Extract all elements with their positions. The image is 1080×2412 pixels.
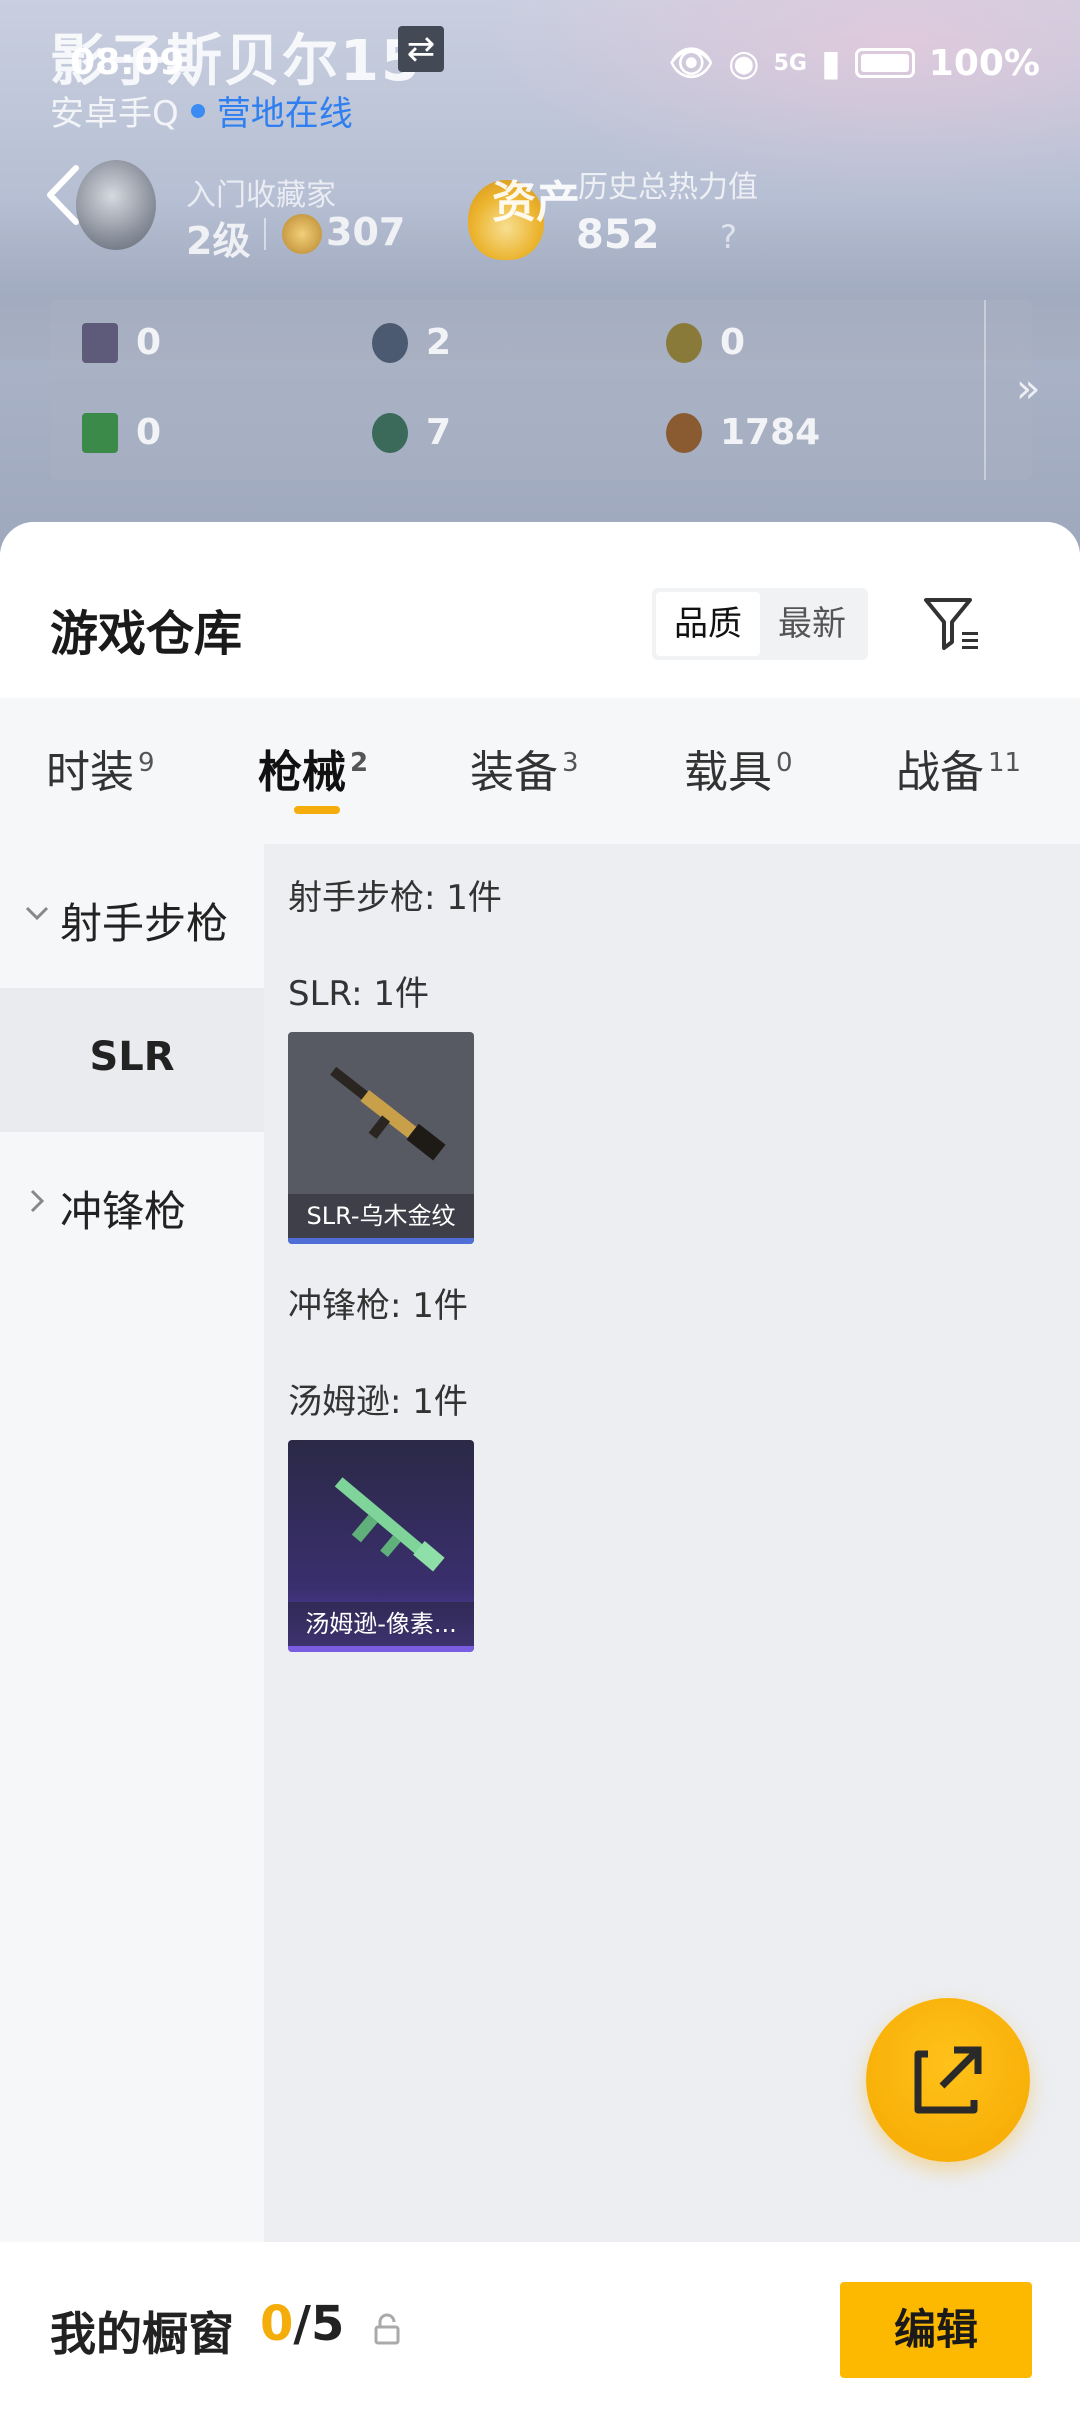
tab-label: 装备 <box>470 747 558 798</box>
showcase-current: 0 <box>260 2296 294 2352</box>
tab-count: 9 <box>138 748 155 779</box>
eye-icon: 👁 <box>668 43 715 84</box>
online-dot-icon <box>190 103 205 118</box>
stat-value: 0 <box>720 322 746 363</box>
item-card[interactable]: 汤姆逊-像素... <box>288 1440 474 1652</box>
sidebar-item-label: SLR <box>89 1034 175 1080</box>
clock: 08:09 <box>70 42 185 83</box>
stat-value: 2 <box>426 322 452 363</box>
tab-label: 战备 <box>896 747 984 798</box>
signal-bars-icon: ▮ <box>820 42 841 84</box>
battery-icon <box>854 48 915 78</box>
sheet-title: 游戏仓库 <box>50 606 243 662</box>
showcase-count: 0/5 <box>260 2296 344 2352</box>
heat-label: 历史总热力值 <box>578 170 758 205</box>
filter-icon[interactable] <box>922 594 982 654</box>
lock-icon <box>374 2313 400 2345</box>
stat-value: 7 <box>426 412 452 453</box>
item-name: SLR-乌木金纹 <box>288 1194 474 1238</box>
green-card-icon <box>82 412 118 453</box>
coin-blue-icon <box>372 322 408 363</box>
assets-label: 资产 <box>492 177 580 228</box>
sheet-header: 游戏仓库 品质 最新 <box>0 522 1080 698</box>
tab-equipment[interactable]: 装备 3 <box>470 736 579 800</box>
tab-label: 时装 <box>46 747 134 798</box>
status-icons: 👁 ◉ 5G ▮ 100% <box>668 42 1040 85</box>
rank-badge-icon[interactable] <box>76 160 156 250</box>
group-label: 冲锋枪: 1件 <box>288 1286 468 1326</box>
tab-label: 载具 <box>684 747 772 798</box>
tab-count: 3 <box>562 748 579 779</box>
profile-header: 影子斯贝尔15 ⇄ 08:09 👁 ◉ 5G ▮ 100% 安卓手Q 营地在线 … <box>0 0 1080 560</box>
showcase-label: 我的橱窗 <box>50 2307 234 2361</box>
divider <box>264 218 266 250</box>
sort-toggle: 品质 最新 <box>652 588 868 660</box>
hotspot-icon: ◉ <box>728 42 760 84</box>
status-bar: 08:09 👁 ◉ 5G ▮ 100% <box>70 38 1040 88</box>
sidebar-item-label: 冲锋枪 <box>60 1187 187 1236</box>
coin-green-icon <box>372 412 408 453</box>
rank-level: 2级 <box>186 219 251 263</box>
sort-quality-button[interactable]: 品质 <box>656 592 760 656</box>
chevron-right-icon <box>30 1189 45 1213</box>
tab-supplies[interactable]: 战备 11 <box>896 736 1021 800</box>
item-card[interactable]: SLR-乌木金纹 <box>288 1032 474 1244</box>
active-tab-indicator <box>294 806 340 814</box>
subgroup-label: 汤姆逊: 1件 <box>288 1382 468 1422</box>
showcase-total: /5 <box>293 2296 345 2352</box>
rank-points: 307 <box>326 210 406 254</box>
subgroup-label: SLR: 1件 <box>288 974 429 1014</box>
smg-icon <box>334 1477 445 1572</box>
tab-outfits[interactable]: 时装 9 <box>46 736 155 800</box>
online-status: 营地在线 <box>216 94 353 134</box>
divider <box>984 300 986 480</box>
rank-title: 入门收藏家 <box>186 178 336 213</box>
sidebar-item-smg[interactable]: 冲锋枪 <box>0 1132 264 1276</box>
medal-icon <box>282 214 322 254</box>
coin-bronze-icon <box>666 412 702 453</box>
platform-line: 安卓手Q 营地在线 <box>50 86 353 135</box>
chevron-right-double-icon[interactable]: » <box>1016 366 1040 412</box>
stat-item: 0 <box>666 322 745 363</box>
battery-level: 100% <box>928 42 1040 84</box>
chevron-down-icon <box>25 906 49 921</box>
platform-label: 安卓手Q <box>50 94 179 134</box>
tab-vehicles[interactable]: 载具 0 <box>684 736 793 800</box>
tab-count: 11 <box>988 748 1022 779</box>
sort-newest-button[interactable]: 最新 <box>760 592 864 656</box>
sidebar-item-marksman-rifle[interactable]: 射手步枪 <box>0 844 264 988</box>
help-icon[interactable]: ? <box>720 218 737 256</box>
stat-value: 1784 <box>720 412 821 453</box>
rarity-bar <box>288 1238 474 1244</box>
sidebar-item-label: 射手步枪 <box>60 899 229 948</box>
signal-icon: 5G <box>773 50 807 76</box>
item-name: 汤姆逊-像素... <box>288 1602 474 1646</box>
stat-item: 7 <box>372 412 451 453</box>
stat-item: 2 <box>372 322 451 363</box>
currency-panel[interactable]: 0 2 0 0 7 1784 » <box>50 300 1040 480</box>
category-sidebar: 射手步枪 SLR 冲锋枪 <box>0 844 264 2242</box>
rarity-bar <box>288 1646 474 1652</box>
stat-value: 0 <box>136 322 162 363</box>
card-icon <box>82 322 118 363</box>
stat-item: 0 <box>82 412 161 453</box>
tab-weapons[interactable]: 枪械 2 <box>258 736 368 800</box>
share-button[interactable] <box>866 1998 1030 2162</box>
heat-value: 852 <box>576 212 660 258</box>
showcase-bar: 我的橱窗 0/5 编辑 <box>0 2242 1080 2412</box>
tab-label: 枪械 <box>258 747 346 798</box>
external-link-icon <box>914 2046 982 2114</box>
stat-value: 0 <box>136 412 162 453</box>
group-label: 射手步枪: 1件 <box>288 878 502 918</box>
coin-gold-icon <box>666 322 702 363</box>
tab-count: 0 <box>776 748 793 779</box>
stat-item: 1784 <box>666 412 820 453</box>
tab-count: 2 <box>350 748 369 779</box>
sidebar-item-slr[interactable]: SLR <box>0 988 264 1132</box>
stat-item: 0 <box>82 322 161 363</box>
rifle-icon <box>330 1066 446 1161</box>
category-tabs: 时装 9 枪械 2 装备 3 载具 0 战备 11 <box>0 698 1080 844</box>
edit-button[interactable]: 编辑 <box>840 2282 1032 2378</box>
